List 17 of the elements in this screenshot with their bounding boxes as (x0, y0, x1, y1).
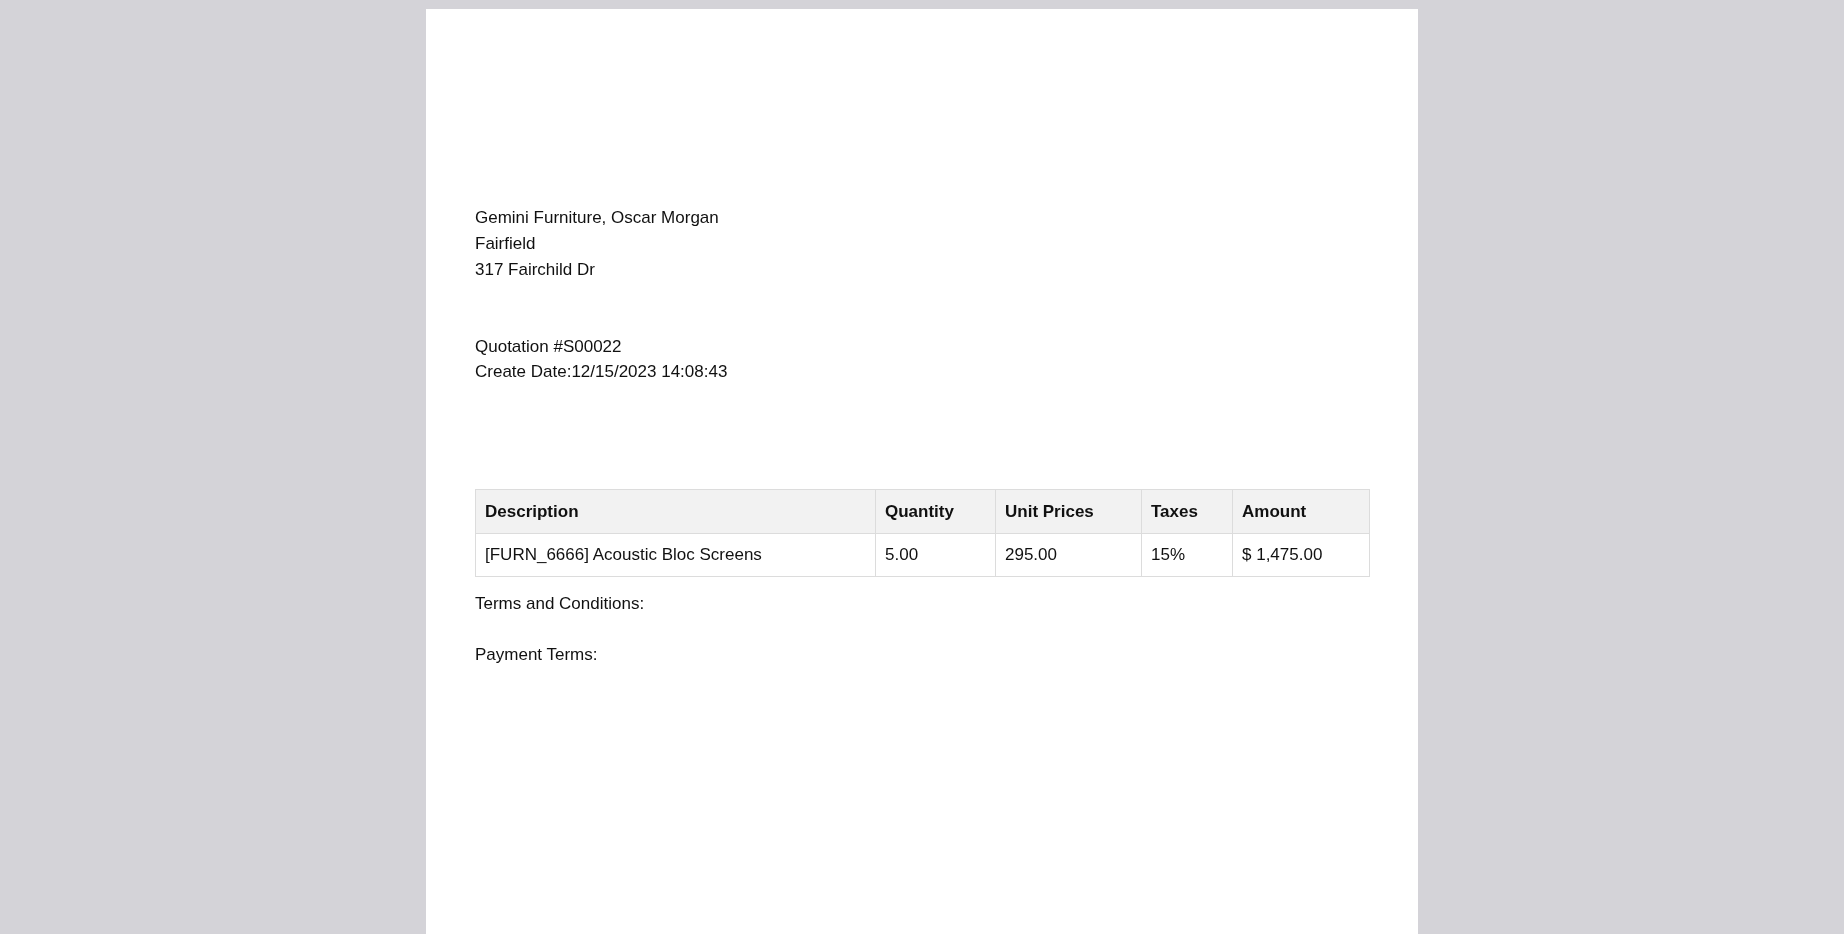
terms-label: Terms and Conditions: (475, 593, 645, 615)
address-line: Gemini Furniture, Oscar Morgan (475, 207, 719, 229)
address-line: 317 Fairchild Dr (475, 259, 595, 281)
table-cell: 5.00 (875, 533, 996, 577)
table-cell: [FURN_6666] Acoustic Bloc Screens (475, 533, 876, 577)
create-date: Create Date:12/15/2023 14:08:43 (475, 361, 728, 383)
table-cell: 295.00 (995, 533, 1142, 577)
column-header: Description (475, 489, 876, 534)
quotation-number: Quotation #S00022 (475, 336, 622, 358)
address-line: Fairfield (475, 233, 536, 255)
table-cell: 15% (1141, 533, 1233, 577)
column-header: Unit Prices (995, 489, 1142, 534)
column-header: Taxes (1141, 489, 1233, 534)
column-header: Quantity (875, 489, 996, 534)
payment-terms-label: Payment Terms: (475, 644, 598, 666)
column-header: Amount (1232, 489, 1370, 534)
table-cell: $ 1,475.00 (1232, 533, 1370, 577)
